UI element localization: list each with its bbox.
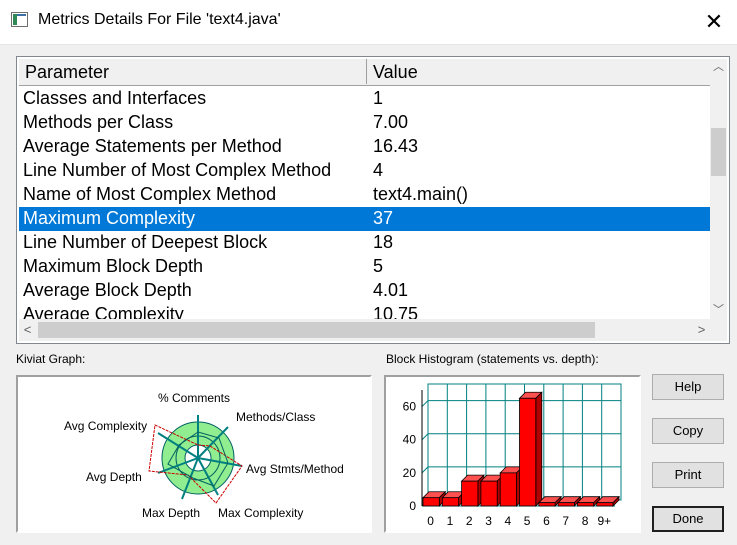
kiviat-axis-comments: % Comments [158, 391, 230, 405]
column-header-parameter-label: Parameter [25, 62, 110, 82]
histogram-bar [518, 391, 543, 507]
chevron-up-icon: ︿ [713, 61, 724, 73]
scroll-corner [710, 319, 727, 341]
histogram-x-tick-label: 7 [562, 514, 569, 528]
metrics-table[interactable]: Parameter Value Classes and Interfaces 1… [16, 56, 730, 344]
parameter-cell: Classes and Interfaces [23, 88, 207, 108]
chevron-right-icon: > [697, 322, 706, 337]
kiviat-axis-avg-complexity: Avg Complexity [64, 419, 147, 433]
block-histogram-label: Block Histogram (statements vs. depth): [386, 352, 599, 366]
histogram-y-tick-label: 20 [403, 466, 417, 480]
kiviat-graph: % Comments Methods/Class Avg Stmts/Metho… [16, 375, 372, 533]
app-window-icon [11, 12, 28, 27]
histogram-y-tick-label: 40 [403, 433, 417, 447]
parameter-cell: Average Block Depth [23, 280, 192, 300]
block-histogram: 0 1 2 3 4 5 6 7 8 9+ 60 40 20 0 [384, 375, 641, 533]
title-bar: Metrics Details For File 'text4.java' ✕ [0, 0, 737, 45]
scroll-down-button[interactable]: ﹀ [710, 302, 727, 319]
chevron-down-icon: ﹀ [713, 304, 724, 316]
value-cell: 16.43 [373, 136, 419, 156]
help-button[interactable]: Help [652, 374, 724, 400]
vertical-scrollbar[interactable]: ︿ ﹀ [710, 59, 727, 319]
parameter-cell: Methods per Class [23, 112, 174, 132]
histogram-x-tick-label: 3 [485, 514, 492, 528]
horizontal-scrollbar[interactable]: < > [19, 319, 710, 341]
window-title: Metrics Details For File 'text4.java' [38, 11, 281, 28]
histogram-x-tick-label: 9+ [598, 514, 612, 528]
kiviat-axis-max-depth: Max Depth [142, 506, 200, 520]
parameter-cell: Name of Most Complex Method [23, 184, 277, 204]
histogram-axis: 0 1 2 3 4 5 6 7 8 9+6040200 [403, 400, 612, 528]
value-cell: 37 [373, 208, 394, 228]
close-button[interactable]: ✕ [691, 0, 737, 44]
close-icon: ✕ [704, 9, 724, 34]
kiviat-axis-max-complexity: Max Complexity [218, 506, 303, 520]
kiviat-axis-avg-stmts: Avg Stmts/Method [246, 462, 344, 476]
histogram-x-tick-label: 1 [447, 514, 454, 528]
parameter-cell: Line Number of Deepest Block [23, 232, 268, 252]
table-row[interactable]: Classes and Interfaces 1 [19, 87, 710, 111]
table-row[interactable]: Line Number of Most Complex Method 4 [19, 159, 710, 183]
scroll-up-button[interactable]: ︿ [710, 59, 727, 76]
histogram-y-tick-label: 60 [403, 400, 417, 414]
value-cell: 4.01 [373, 280, 409, 300]
vertical-scroll-thumb[interactable] [711, 128, 726, 176]
value-cell: 1 [373, 88, 384, 108]
chevron-left-icon: < [23, 322, 32, 337]
histogram-x-tick-label: 0 [427, 514, 434, 528]
parameter-cell: Maximum Complexity [23, 208, 196, 228]
parameter-cell: Maximum Block Depth [23, 256, 204, 276]
print-button[interactable]: Print [652, 462, 724, 488]
table-row[interactable]: Name of Most Complex Method text4.main() [19, 183, 710, 207]
histogram-x-tick-label: 5 [524, 514, 531, 528]
table-row[interactable]: Average Block Depth 4.01 [19, 279, 710, 303]
table-row[interactable]: Methods per Class 7.00 [19, 111, 710, 135]
column-header-parameter[interactable]: Parameter [19, 59, 367, 84]
value-cell: 4 [373, 160, 384, 180]
histogram-x-tick-label: 6 [543, 514, 550, 528]
table-header: Parameter Value [19, 59, 710, 86]
table-row[interactable]: Average Statements per Method 16.43 [19, 135, 710, 159]
scroll-left-button[interactable]: < [19, 319, 36, 341]
value-cell: text4.main() [373, 184, 469, 204]
done-button[interactable]: Done [652, 506, 724, 532]
table-row-selected[interactable]: Maximum Complexity 37 [19, 207, 710, 231]
kiviat-graph-label: Kiviat Graph: [16, 352, 86, 366]
histogram-bars [422, 391, 620, 507]
horizontal-scroll-thumb[interactable] [38, 322, 595, 338]
kiviat-axis-methods-class: Methods/Class [236, 410, 315, 424]
histogram-x-tick-label: 8 [582, 514, 589, 528]
value-cell: 7.00 [373, 112, 409, 132]
kiviat-axis-avg-depth: Avg Depth [86, 470, 142, 484]
table-row[interactable]: Maximum Block Depth 5 [19, 255, 710, 279]
histogram-x-tick-label: 4 [505, 514, 512, 528]
value-cell: 18 [373, 232, 394, 252]
histogram-x-tick-label: 2 [466, 514, 473, 528]
histogram-y-tick-label: 0 [409, 499, 416, 513]
parameter-cell: Line Number of Most Complex Method [23, 160, 332, 180]
value-cell: 5 [373, 256, 384, 276]
column-header-value[interactable]: Value [373, 62, 418, 83]
scroll-right-button[interactable]: > [693, 319, 710, 341]
copy-button[interactable]: Copy [652, 418, 724, 444]
parameter-cell: Average Statements per Method [23, 136, 282, 156]
table-row[interactable]: Line Number of Deepest Block 18 [19, 231, 710, 255]
